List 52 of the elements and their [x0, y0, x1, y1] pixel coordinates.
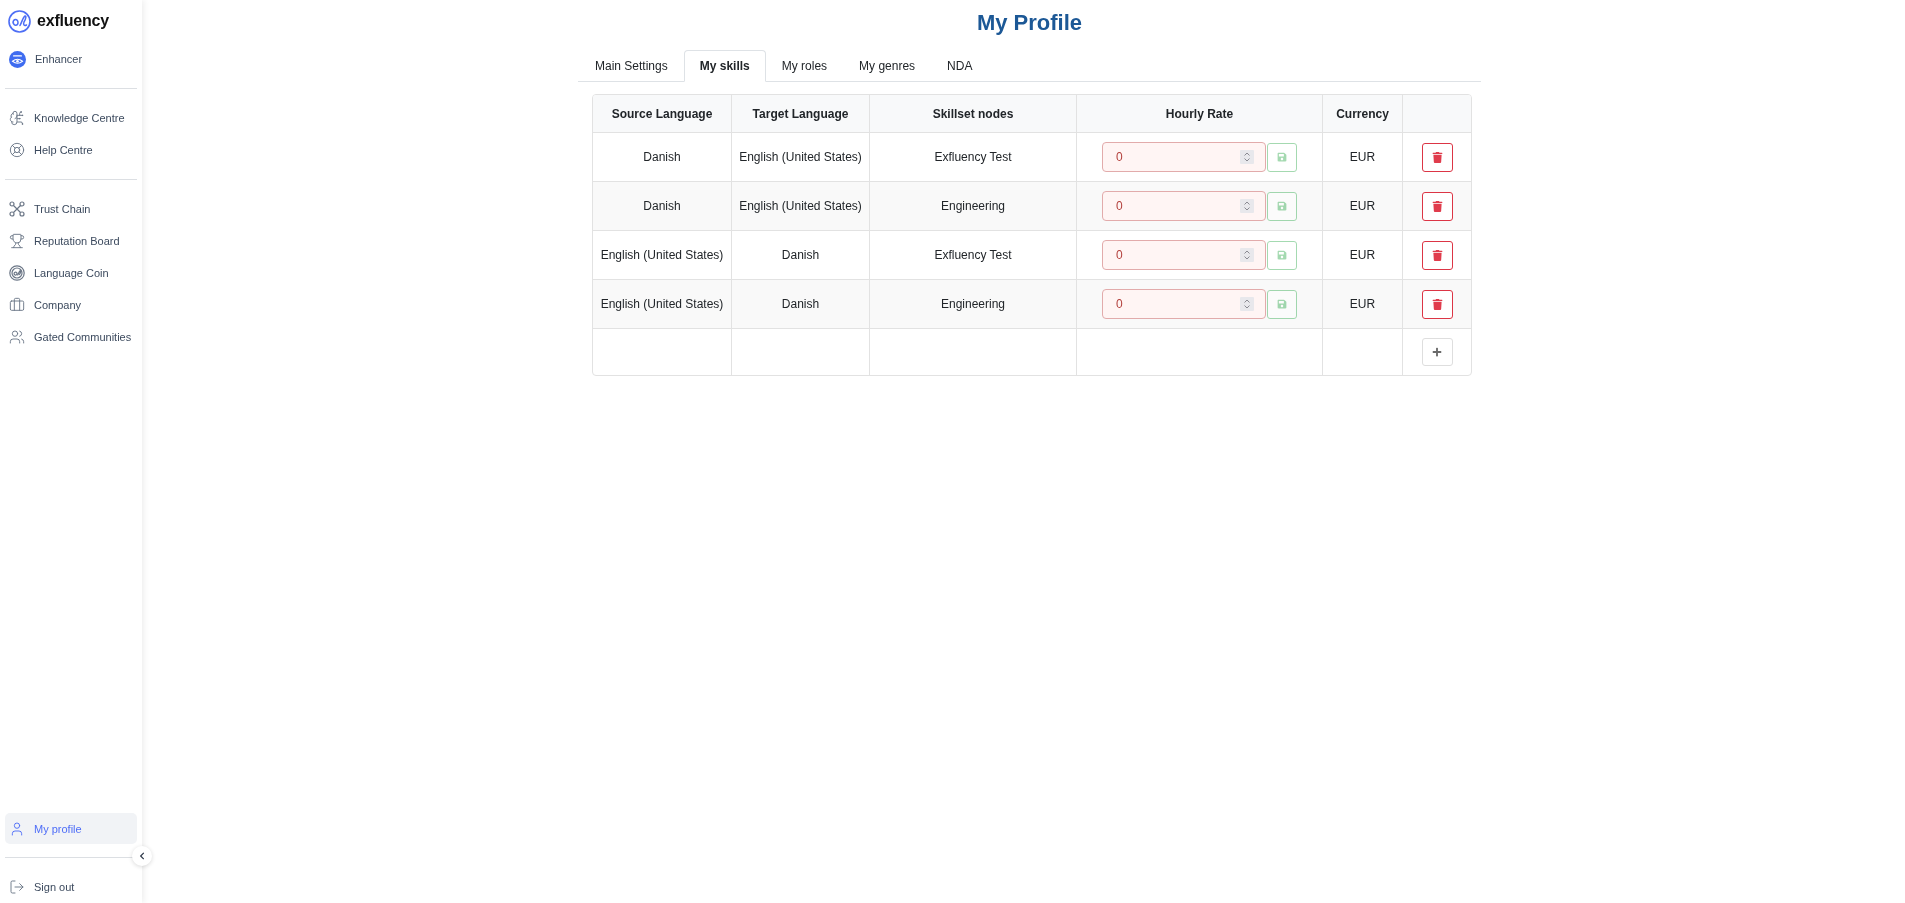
- delete-button[interactable]: [1421, 289, 1453, 319]
- rate-input[interactable]: 0: [1102, 289, 1266, 319]
- page-title: My Profile: [976, 9, 1083, 37]
- coin-icon: [9, 265, 25, 281]
- delete-button[interactable]: [1421, 240, 1453, 270]
- trophy-icon: [9, 233, 25, 249]
- sign-out-icon: [9, 879, 25, 895]
- trash-icon: [1431, 249, 1443, 261]
- nav-item[interactable]: Language Coin: [5, 257, 137, 289]
- nav-item[interactable]: Trust Chain: [5, 193, 137, 225]
- tab[interactable]: My roles: [765, 50, 844, 82]
- nav-item[interactable]: Gated Communities: [5, 321, 137, 353]
- brand-name: exfluency: [37, 12, 109, 30]
- user-icon: [9, 820, 25, 837]
- tab[interactable]: My skills: [683, 50, 766, 82]
- nav-item[interactable]: Enhancer: [5, 43, 137, 75]
- table-cell: Engineering: [870, 280, 1077, 329]
- nav-item[interactable]: Knowledge Centre: [5, 102, 137, 134]
- eye-disc-icon: [9, 50, 26, 68]
- tab[interactable]: NDA: [931, 50, 989, 82]
- nav-item[interactable]: My profile: [5, 813, 137, 844]
- logo-icon: [8, 9, 31, 33]
- delete-button[interactable]: [1421, 191, 1453, 221]
- add-button[interactable]: [1421, 338, 1453, 366]
- trash-icon: [1431, 200, 1443, 212]
- nav-item[interactable]: Company: [5, 289, 137, 321]
- table-cell: Danish: [732, 280, 870, 329]
- rate-input[interactable]: 0: [1102, 240, 1266, 270]
- rate-input[interactable]: 0: [1102, 191, 1266, 221]
- tab[interactable]: My genres: [843, 50, 932, 82]
- briefcase-icon: [9, 297, 25, 313]
- plus-icon: [1432, 347, 1442, 357]
- tab[interactable]: Main Settings: [579, 50, 684, 82]
- table-cell: English (United States): [593, 280, 732, 329]
- chevron-left-icon: [138, 852, 146, 860]
- nav-item[interactable]: Help Centre: [5, 134, 137, 166]
- delete-button[interactable]: [1421, 142, 1453, 172]
- rate-input[interactable]: 0: [1102, 142, 1266, 172]
- stepper-arrows-icon[interactable]: [1240, 199, 1254, 213]
- sign-out-link[interactable]: Sign out: [5, 871, 137, 903]
- nav-item[interactable]: Reputation Board: [5, 225, 137, 257]
- network-icon: [9, 201, 25, 217]
- stepper-arrows-icon[interactable]: [1240, 248, 1254, 262]
- brain-icon: [9, 110, 25, 126]
- lifebuoy-icon: [9, 142, 25, 158]
- table-cell: EUR: [1323, 280, 1403, 329]
- collapse-button[interactable]: [132, 846, 152, 866]
- trash-icon: [1431, 151, 1443, 163]
- trash-icon: [1431, 298, 1443, 310]
- stepper-arrows-icon[interactable]: [1240, 150, 1254, 164]
- users-icon: [9, 329, 25, 345]
- stepper-arrows-icon[interactable]: [1240, 297, 1254, 311]
